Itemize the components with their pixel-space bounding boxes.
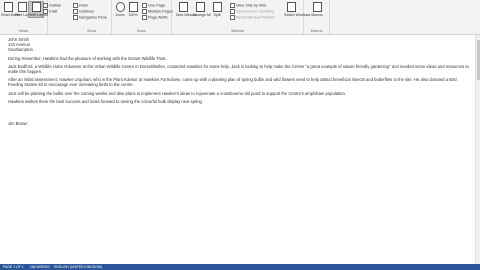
multiple-pages-label: Multiple Pages <box>148 9 173 14</box>
outline-icon <box>43 3 48 8</box>
zoom-group: Zoom 100% One Page Multiple Pages Page W… <box>112 0 173 34</box>
navigation-pane-label: Navigation Pane <box>79 15 107 20</box>
macros-group: Macros Macros <box>304 0 330 34</box>
ruler-label: Ruler <box>79 3 89 8</box>
new-window-label: New Window <box>176 13 197 17</box>
gridlines-checkbox-icon <box>73 9 78 14</box>
print-layout-icon <box>17 2 27 12</box>
page-width-label: Page Width <box>148 15 168 20</box>
paragraph-2: Jack Bedford, a Wildlife Hubs Volunteer … <box>8 63 469 75</box>
one-page-icon <box>142 3 147 8</box>
word-count-status[interactable]: 166 WORDS <box>30 264 50 270</box>
reset-window-position-button[interactable]: Reset Window Position <box>230 15 275 21</box>
arrange-all-label: Arrange All <box>193 13 211 17</box>
split-button[interactable]: Split <box>210 2 224 17</box>
ruler-checkbox[interactable]: Ruler <box>73 3 88 9</box>
zoom-100-label: 100% <box>128 13 138 17</box>
synchronous-scrolling-icon <box>230 9 235 14</box>
one-page-button[interactable]: One Page <box>142 3 165 9</box>
read-mode-label: Read Mode <box>1 13 20 17</box>
outline-button[interactable]: Outline <box>43 3 61 9</box>
zoom-group-label: Zoom <box>136 29 147 33</box>
page-width-icon <box>142 15 147 20</box>
zoom-button[interactable]: Zoom <box>113 2 127 17</box>
read-mode-button[interactable]: Read Mode <box>1 2 20 17</box>
read-mode-icon <box>3 2 13 12</box>
web-layout-label: Web Layout <box>29 13 49 17</box>
views-group-label: Views <box>18 29 29 33</box>
macros-icon <box>312 2 322 12</box>
view-side-by-side-label: View Side by Side <box>236 3 267 8</box>
web-layout-button[interactable]: Web Layout <box>28 1 49 18</box>
arrange-all-icon <box>195 2 205 12</box>
one-page-label: One Page <box>148 3 166 8</box>
web-layout-icon <box>31 2 41 12</box>
synchronous-scrolling-button[interactable]: Synchronous Scrolling <box>230 9 274 15</box>
new-window-button[interactable]: New Window <box>176 2 197 17</box>
zoom-label: Zoom <box>115 13 125 17</box>
print-layout-label: Print Layout <box>15 13 35 17</box>
synchronous-scrolling-label: Synchronous Scrolling <box>236 9 274 14</box>
window-group: New Window Arrange All Split View Side b… <box>172 0 311 34</box>
gridlines-checkbox[interactable]: Gridlines <box>73 9 94 15</box>
zoom-100-icon <box>128 2 138 12</box>
outline-label: Outline <box>49 3 62 8</box>
new-window-icon <box>178 2 188 12</box>
multiple-pages-button[interactable]: Multiple Pages <box>142 9 173 15</box>
arrange-all-button[interactable]: Arrange All <box>193 2 211 17</box>
macros-group-label: Macros <box>310 29 323 33</box>
split-icon <box>212 2 222 12</box>
gridlines-label: Gridlines <box>79 9 94 14</box>
multiple-pages-icon <box>142 9 147 14</box>
magnifier-icon <box>115 2 125 12</box>
show-group-label: Show <box>87 29 96 33</box>
window-group-label: Window <box>231 29 244 33</box>
language-status[interactable]: ENGLISH (UNITED KINGDOM) <box>54 264 102 270</box>
show-group: Ruler Gridlines Navigation Pane Show <box>72 0 112 34</box>
ruler-checkbox-icon <box>73 3 78 8</box>
views-group: Read Mode Print Layout Web Layout Outlin… <box>0 0 61 34</box>
status-bar: PAGE 1 OF 1 166 WORDS ENGLISH (UNITED KI… <box>0 264 480 270</box>
page-width-button[interactable]: Page Width <box>142 15 168 21</box>
document-body[interactable]: John Smith 123 Avenue Southampton During… <box>8 37 472 126</box>
view-side-by-side-icon <box>230 3 235 8</box>
draft-icon <box>43 9 48 14</box>
switch-windows-icon <box>286 2 296 12</box>
switch-windows-label: Switch Windows <box>284 13 311 17</box>
draft-label: Draft <box>49 9 58 14</box>
switch-windows-button[interactable]: Switch Windows <box>284 2 311 17</box>
view-side-by-side-button[interactable]: View Side by Side <box>230 3 267 9</box>
navigation-pane-checkbox[interactable]: Navigation Pane <box>73 15 107 21</box>
reset-window-position-label: Reset Window Position <box>236 15 276 20</box>
navigation-pane-checkbox-icon <box>73 15 78 20</box>
signoff: Jim Brown <box>8 121 28 127</box>
scrollbar-thumb[interactable] <box>476 40 480 80</box>
split-label: Split <box>213 13 221 17</box>
macros-label: Macros <box>311 13 323 17</box>
print-layout-button[interactable]: Print Layout <box>15 2 35 17</box>
reset-window-position-icon <box>230 15 235 20</box>
ribbon-view-tab: Read Mode Print Layout Web Layout Outlin… <box>0 0 480 35</box>
macros-button[interactable]: Macros <box>310 2 324 17</box>
zoom-100-button[interactable]: 100% <box>126 2 140 17</box>
page-count-status[interactable]: PAGE 1 OF 1 <box>3 264 23 270</box>
paragraph-3: After an initial assessment, Hawker Urqu… <box>8 77 457 88</box>
draft-button[interactable]: Draft <box>43 9 57 15</box>
